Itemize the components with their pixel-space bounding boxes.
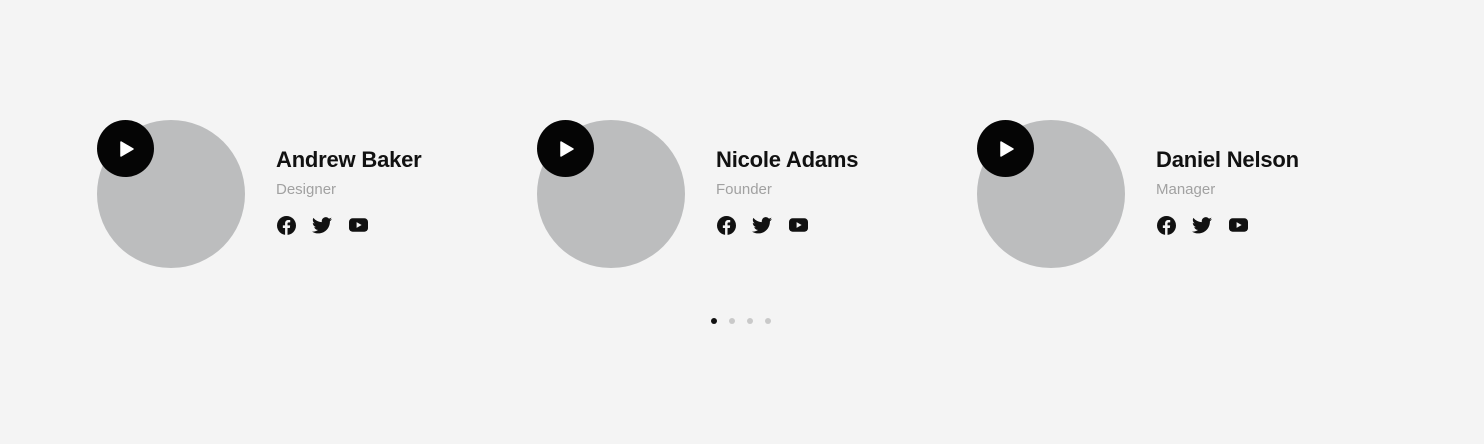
carousel-pagination [711,318,771,324]
member-info: Nicole Adams Founder [716,146,936,235]
youtube-icon[interactable] [1228,215,1248,235]
social-links [1156,215,1376,235]
pagination-dot[interactable] [711,318,717,324]
play-video-button[interactable] [977,120,1034,177]
team-member-card: Andrew Baker Designer [97,120,497,270]
youtube-icon[interactable] [788,215,808,235]
play-icon [559,140,574,157]
team-carousel: Andrew Baker Designer Nicole Adams Found… [0,0,1484,444]
play-icon [999,140,1014,157]
member-info: Andrew Baker Designer [276,146,496,235]
member-role: Designer [276,181,337,198]
social-links [276,215,496,235]
twitter-icon[interactable] [312,215,332,235]
facebook-icon[interactable] [1156,215,1176,235]
pagination-dot[interactable] [747,318,753,324]
play-icon [119,140,134,157]
play-video-button[interactable] [97,120,154,177]
member-name: Nicole Adams [716,147,859,172]
member-name: Andrew Baker [276,147,422,172]
social-links [716,215,936,235]
member-info: Daniel Nelson Manager [1156,146,1376,235]
play-video-button[interactable] [537,120,594,177]
youtube-icon[interactable] [348,215,368,235]
team-member-card: Daniel Nelson Manager [977,120,1377,270]
member-role: Manager [1156,181,1216,198]
pagination-dot[interactable] [765,318,771,324]
member-role: Founder [716,181,772,198]
pagination-dot[interactable] [729,318,735,324]
facebook-icon[interactable] [276,215,296,235]
twitter-icon[interactable] [1192,215,1212,235]
facebook-icon[interactable] [716,215,736,235]
twitter-icon[interactable] [752,215,772,235]
member-name: Daniel Nelson [1156,147,1299,172]
team-member-card: Nicole Adams Founder [537,120,937,270]
